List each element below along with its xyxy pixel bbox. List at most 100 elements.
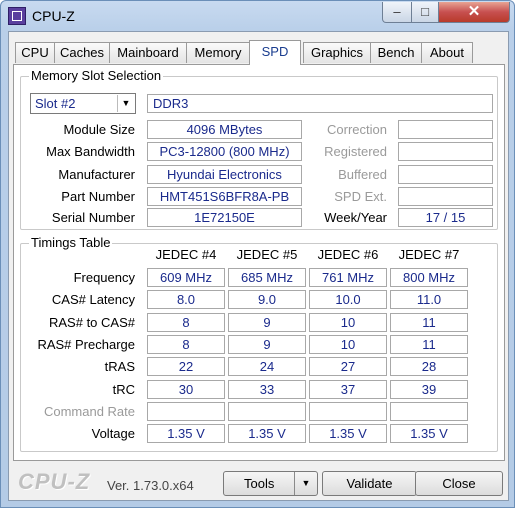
tools-button-label: Tools — [244, 476, 275, 491]
timing-cell: 1.35 V — [147, 424, 225, 443]
cpuz-logo: CPU-Z — [18, 469, 91, 494]
tab-about[interactable]: About — [421, 42, 473, 63]
timing-cell: 10.0 — [309, 290, 387, 309]
correction-label: Correction — [327, 122, 387, 137]
timing-row-label: Frequency — [73, 270, 135, 285]
timing-cell: 28 — [390, 357, 468, 376]
tools-button[interactable]: Tools ▼ — [223, 471, 318, 496]
timing-row-label: CAS# Latency — [51, 292, 135, 307]
timing-cell: 39 — [390, 380, 468, 399]
max-bandwidth-label: Max Bandwidth — [46, 144, 135, 159]
memory-slot-group-title: Memory Slot Selection — [29, 68, 164, 83]
app-icon — [8, 7, 26, 25]
timing-column-header: JEDEC #5 — [236, 247, 298, 262]
chevron-down-icon[interactable]: ▼ — [294, 472, 317, 495]
timing-cell: 1.35 V — [309, 424, 387, 443]
slot-select[interactable]: Slot #2 ▼ — [30, 93, 136, 114]
chevron-down-icon[interactable]: ▼ — [117, 95, 134, 112]
timing-cell: 1.35 V — [228, 424, 306, 443]
close-window-button[interactable]: ✕ — [438, 2, 510, 23]
buffered-value — [398, 165, 493, 184]
spd-ext-label: SPD Ext. — [334, 189, 387, 204]
spd-ext-value — [398, 187, 493, 206]
validate-button[interactable]: Validate — [322, 471, 417, 496]
tab-spd[interactable]: SPD — [249, 40, 301, 65]
cpuz-window: CPU-Z – □ ✕ CPU Caches Mainboard Memory … — [0, 0, 515, 508]
timings-group: Timings Table JEDEC #4 JEDEC #5 JEDEC #6… — [20, 235, 498, 452]
timing-cell — [147, 402, 225, 421]
manufacturer-value: Hyundai Electronics — [147, 165, 302, 184]
timing-cell: 8.0 — [147, 290, 225, 309]
tab-caches[interactable]: Caches — [54, 42, 110, 63]
timing-cell: 10 — [309, 313, 387, 332]
timing-row-label: RAS# Precharge — [37, 337, 135, 352]
timing-row-label: RAS# to CAS# — [49, 315, 135, 330]
timing-cell: 761 MHz — [309, 268, 387, 287]
part-number-label: Part Number — [61, 189, 135, 204]
buffered-label: Buffered — [338, 167, 387, 182]
timing-cell: 9.0 — [228, 290, 306, 309]
timing-row-label: Voltage — [91, 426, 135, 441]
timing-cell: 9 — [228, 313, 306, 332]
timing-cell: 8 — [147, 335, 225, 354]
timing-cell: 8 — [147, 313, 225, 332]
week-year-value: 17 / 15 — [398, 208, 493, 227]
slot-select-value: Slot #2 — [35, 96, 76, 111]
timing-cell: 10 — [309, 335, 387, 354]
timing-cell: 609 MHz — [147, 268, 225, 287]
timing-column-header: JEDEC #4 — [155, 247, 217, 262]
serial-number-label: Serial Number — [51, 210, 135, 225]
timing-column-header: JEDEC #6 — [317, 247, 379, 262]
timing-cell: 685 MHz — [228, 268, 306, 287]
timing-cell — [309, 402, 387, 421]
spd-panel: Memory Slot Selection Slot #2 ▼ DDR3 Mod… — [13, 64, 505, 461]
minimize-icon: – — [393, 4, 401, 19]
timing-row-label: tRAS — [104, 359, 135, 374]
timing-cell: 1.35 V — [390, 424, 468, 443]
timing-cell: 22 — [147, 357, 225, 376]
close-button[interactable]: Close — [415, 471, 503, 496]
minimize-button[interactable]: – — [382, 2, 412, 23]
registered-value — [398, 142, 493, 161]
manufacturer-label: Manufacturer — [58, 167, 135, 182]
timing-cell: 37 — [309, 380, 387, 399]
memory-type-field: DDR3 — [147, 94, 493, 113]
maximize-button[interactable]: □ — [411, 2, 439, 23]
memory-slot-group: Memory Slot Selection Slot #2 ▼ DDR3 Mod… — [20, 68, 498, 230]
timing-cell — [390, 402, 468, 421]
timing-cell: 33 — [228, 380, 306, 399]
week-year-label: Week/Year — [324, 210, 387, 225]
timing-cell: 9 — [228, 335, 306, 354]
title-bar[interactable]: CPU-Z – □ ✕ — [1, 1, 514, 31]
timings-group-title: Timings Table — [29, 235, 113, 250]
correction-value — [398, 120, 493, 139]
client-area: CPU Caches Mainboard Memory SPD Graphics… — [8, 31, 509, 501]
footer-bar: CPU-Z Ver. 1.73.0.x64 Tools ▼ Validate C… — [9, 464, 508, 500]
timing-cell: 800 MHz — [390, 268, 468, 287]
timing-cell: 11 — [390, 313, 468, 332]
tab-bench[interactable]: Bench — [370, 42, 422, 63]
timing-column-header: JEDEC #7 — [398, 247, 460, 262]
maximize-icon: □ — [421, 4, 429, 19]
timing-cell — [228, 402, 306, 421]
timing-cell: 30 — [147, 380, 225, 399]
module-size-label: Module Size — [63, 122, 135, 137]
timing-cell: 11.0 — [390, 290, 468, 309]
registered-label: Registered — [324, 144, 387, 159]
timing-row-label: tRC — [112, 382, 135, 397]
timing-cell: 11 — [390, 335, 468, 354]
timing-row-label: Command Rate — [43, 404, 135, 419]
tab-mainboard[interactable]: Mainboard — [109, 42, 187, 63]
close-icon: ✕ — [467, 3, 481, 20]
max-bandwidth-value: PC3-12800 (800 MHz) — [147, 142, 302, 161]
part-number-value: HMT451S6BFR8A-PB — [147, 187, 302, 206]
serial-number-value: 1E72150E — [147, 208, 302, 227]
tab-memory[interactable]: Memory — [186, 42, 250, 63]
tab-cpu[interactable]: CPU — [15, 42, 55, 63]
timing-cell: 27 — [309, 357, 387, 376]
module-size-value: 4096 MBytes — [147, 120, 302, 139]
timing-cell: 24 — [228, 357, 306, 376]
version-text: Ver. 1.73.0.x64 — [107, 478, 194, 493]
tab-graphics[interactable]: Graphics — [303, 42, 371, 63]
window-title: CPU-Z — [32, 8, 75, 24]
